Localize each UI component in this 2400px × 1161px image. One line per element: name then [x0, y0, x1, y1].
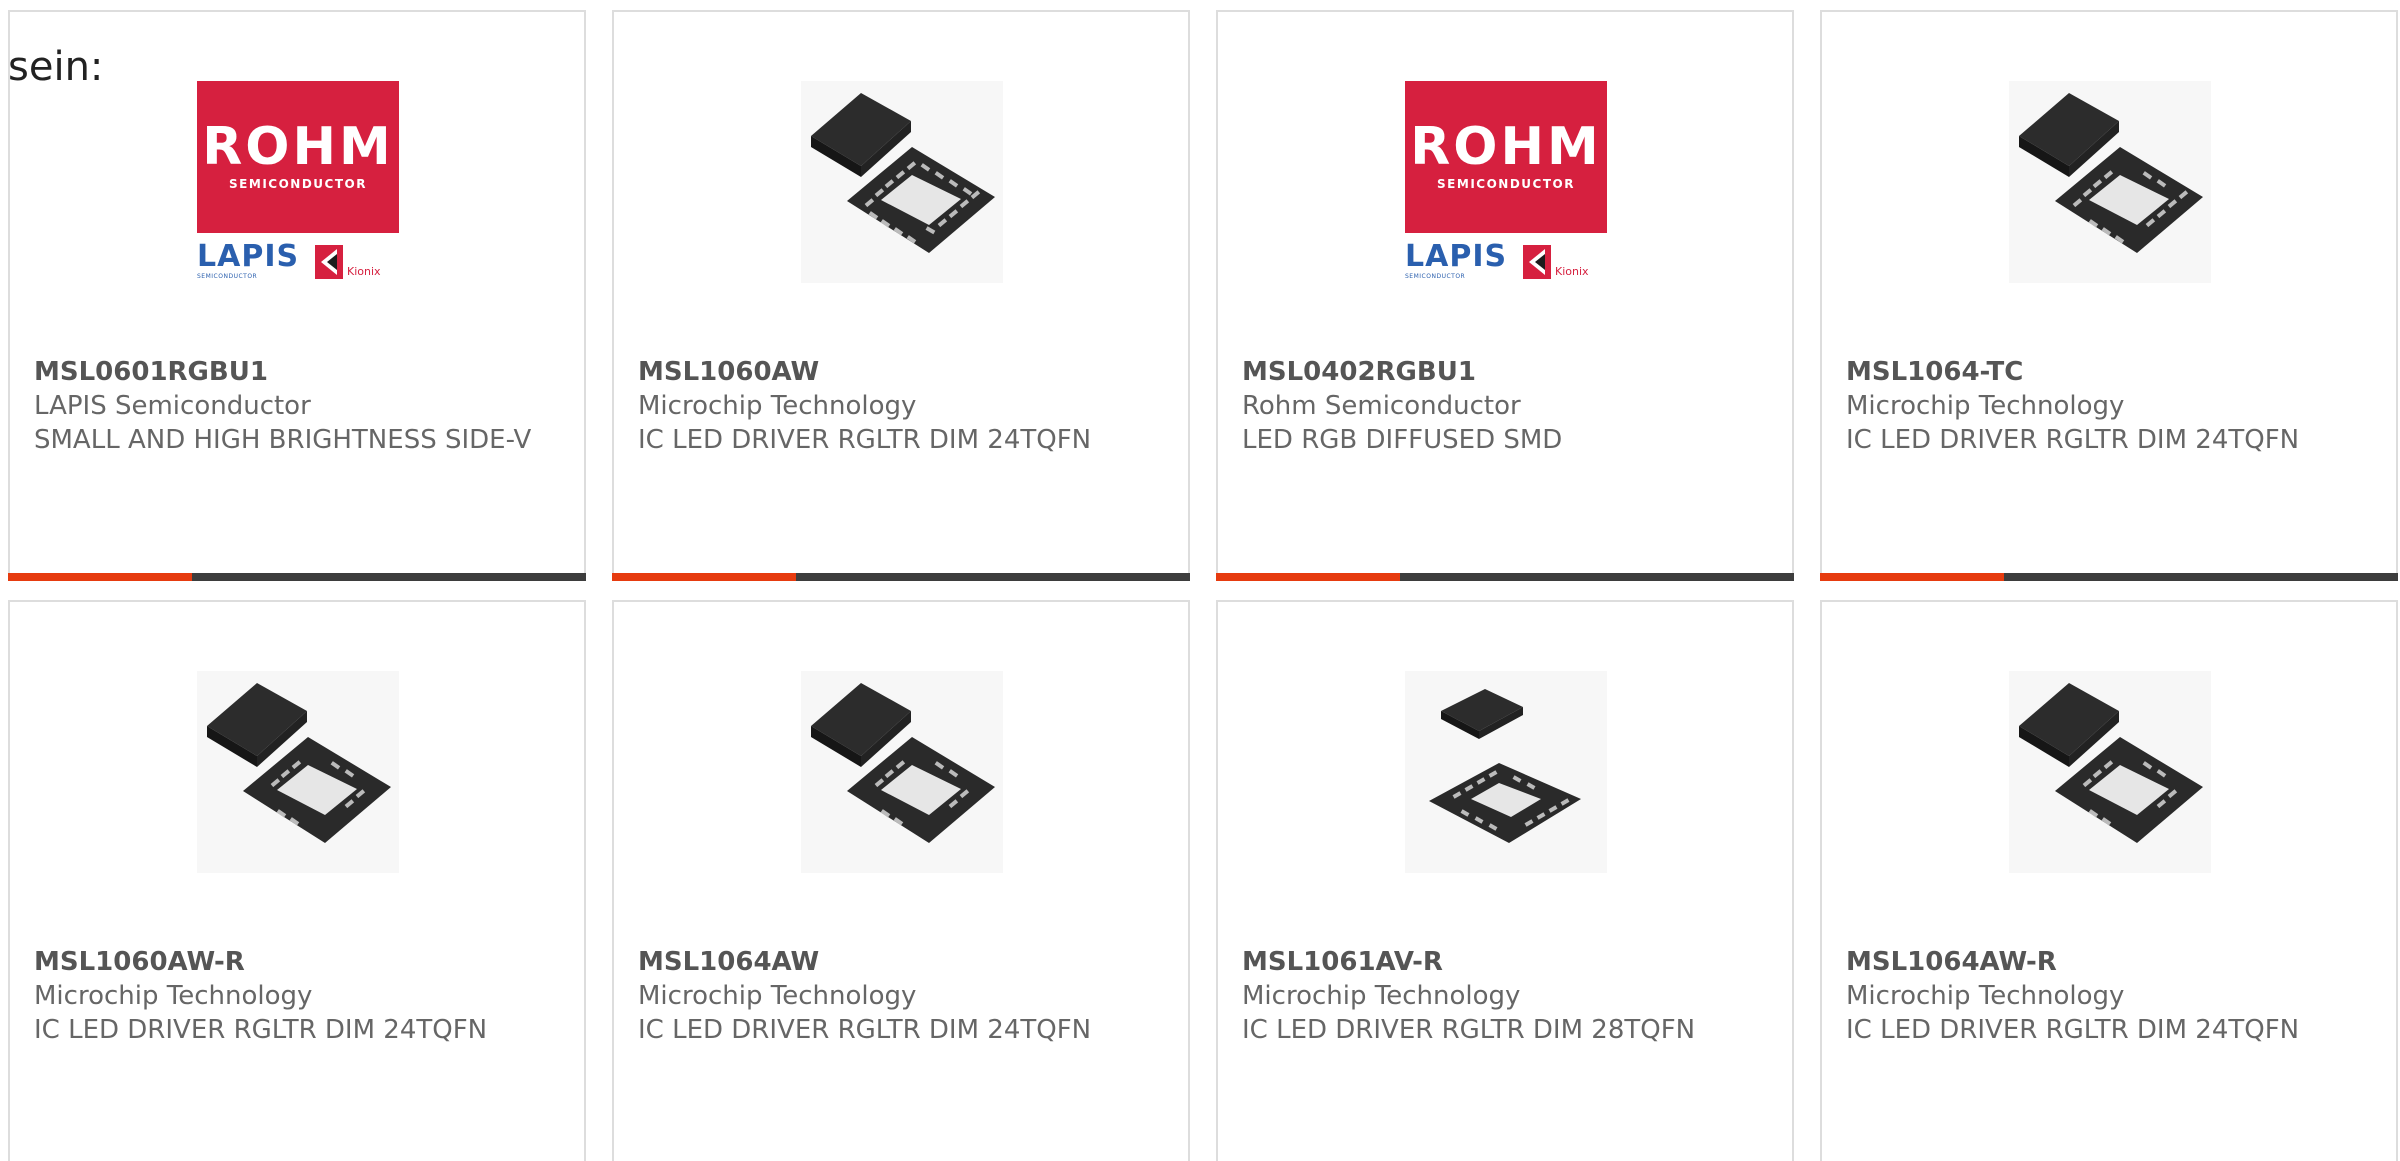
rohm-logo-subtext: SEMICONDUCTOR [1437, 177, 1575, 191]
product-image[interactable] [1405, 671, 1607, 873]
card-accent [612, 573, 796, 581]
description: IC LED DRIVER RGLTR DIM 24TQFN [1846, 425, 2300, 455]
product-card[interactable]: MSL1064AW Microchip Technology IC LED DR… [612, 600, 1190, 1161]
product-image[interactable] [197, 671, 399, 873]
product-image[interactable]: ROHM SEMICONDUCTOR LAPIS SEMICONDUCTOR K… [197, 81, 399, 283]
card-bottom-bar [1820, 573, 2398, 581]
part-number[interactable]: MSL1064AW [638, 945, 1158, 979]
product-image[interactable] [2009, 671, 2211, 873]
kionix-logo: Kionix [315, 243, 399, 281]
rohm-logo-subtext: SEMICONDUCTOR [229, 177, 367, 191]
description: IC LED DRIVER RGLTR DIM 24TQFN [34, 1015, 488, 1045]
rohm-logo: ROHM SEMICONDUCTOR LAPIS SEMICONDUCTOR K… [197, 81, 399, 283]
product-image[interactable]: ROHM SEMICONDUCTOR LAPIS SEMICONDUCTOR K… [1405, 81, 1607, 283]
product-card[interactable]: MSL1061AV-R Microchip Technology IC LED … [1216, 600, 1794, 1161]
description: LED RGB DIFFUSED SMD [1242, 425, 1563, 455]
qfn-chip-icon [1405, 671, 1607, 873]
rohm-logo-text: ROHM [1410, 117, 1602, 177]
manufacturer: LAPIS Semiconductor [34, 391, 311, 421]
card-accent [8, 573, 192, 581]
kionix-logo-text: Kionix [347, 265, 381, 278]
product-card[interactable]: MSL1064AW-R Microchip Technology IC LED … [1820, 600, 2398, 1161]
manufacturer: Microchip Technology [1846, 391, 2125, 421]
kionix-logo: Kionix [1523, 243, 1607, 281]
qfn-chip-icon [197, 671, 399, 873]
manufacturer: Microchip Technology [34, 981, 313, 1011]
rohm-logo: ROHM SEMICONDUCTOR LAPIS SEMICONDUCTOR K… [1405, 81, 1607, 283]
part-number[interactable]: MSL0601RGBU1 [34, 355, 554, 389]
product-card[interactable]: ROHM SEMICONDUCTOR LAPIS SEMICONDUCTOR K… [8, 10, 586, 581]
lapis-logo-subtext: SEMICONDUCTOR [197, 273, 258, 280]
lapis-logo-text: LAPIS [1405, 239, 1508, 274]
part-number[interactable]: MSL1060AW [638, 355, 1158, 389]
description: IC LED DRIVER RGLTR DIM 24TQFN [1846, 1015, 2300, 1045]
product-card[interactable]: MSL1060AW-R Microchip Technology IC LED … [8, 600, 586, 1161]
rohm-logo-text: ROHM [202, 117, 394, 177]
part-number[interactable]: MSL1064-TC [1846, 355, 2366, 389]
product-card[interactable]: MSL1060AW Microchip Technology IC LED DR… [612, 10, 1190, 581]
card-accent [1216, 573, 1400, 581]
product-card[interactable]: MSL1064-TC Microchip Technology IC LED D… [1820, 10, 2398, 581]
card-bottom-bar [612, 573, 1190, 581]
part-number[interactable]: MSL1064AW-R [1846, 945, 2366, 979]
description: IC LED DRIVER RGLTR DIM 24TQFN [638, 425, 1092, 455]
manufacturer: Microchip Technology [1242, 981, 1521, 1011]
card-accent [1820, 573, 2004, 581]
card-bottom-bar [1216, 573, 1794, 581]
product-card[interactable]: ROHM SEMICONDUCTOR LAPIS SEMICONDUCTOR K… [1216, 10, 1794, 581]
qfn-chip-icon [2009, 671, 2211, 873]
part-number[interactable]: MSL1061AV-R [1242, 945, 1762, 979]
product-image[interactable] [801, 81, 1003, 283]
manufacturer: Microchip Technology [638, 391, 917, 421]
product-image[interactable] [801, 671, 1003, 873]
description: IC LED DRIVER RGLTR DIM 28TQFN [1242, 1015, 1696, 1045]
qfn-chip-icon [801, 81, 1003, 283]
product-grid-page: sein: ROHM SEMICONDUCTOR LAPIS SEMICONDU… [0, 0, 2400, 1161]
lapis-logo-text: LAPIS [197, 239, 300, 274]
qfn-chip-icon [2009, 81, 2211, 283]
card-bottom-bar [8, 573, 586, 581]
manufacturer: Microchip Technology [638, 981, 917, 1011]
manufacturer: Rohm Semiconductor [1242, 391, 1521, 421]
qfn-chip-icon [801, 671, 1003, 873]
product-image[interactable] [2009, 81, 2211, 283]
description: SMALL AND HIGH BRIGHTNESS SIDE-V [34, 425, 532, 455]
heading-fragment: sein: [8, 44, 104, 90]
part-number[interactable]: MSL0402RGBU1 [1242, 355, 1762, 389]
lapis-logo-subtext: SEMICONDUCTOR [1405, 273, 1466, 280]
description: IC LED DRIVER RGLTR DIM 24TQFN [638, 1015, 1092, 1045]
part-number[interactable]: MSL1060AW-R [34, 945, 554, 979]
kionix-logo-text: Kionix [1555, 265, 1589, 278]
manufacturer: Microchip Technology [1846, 981, 2125, 1011]
